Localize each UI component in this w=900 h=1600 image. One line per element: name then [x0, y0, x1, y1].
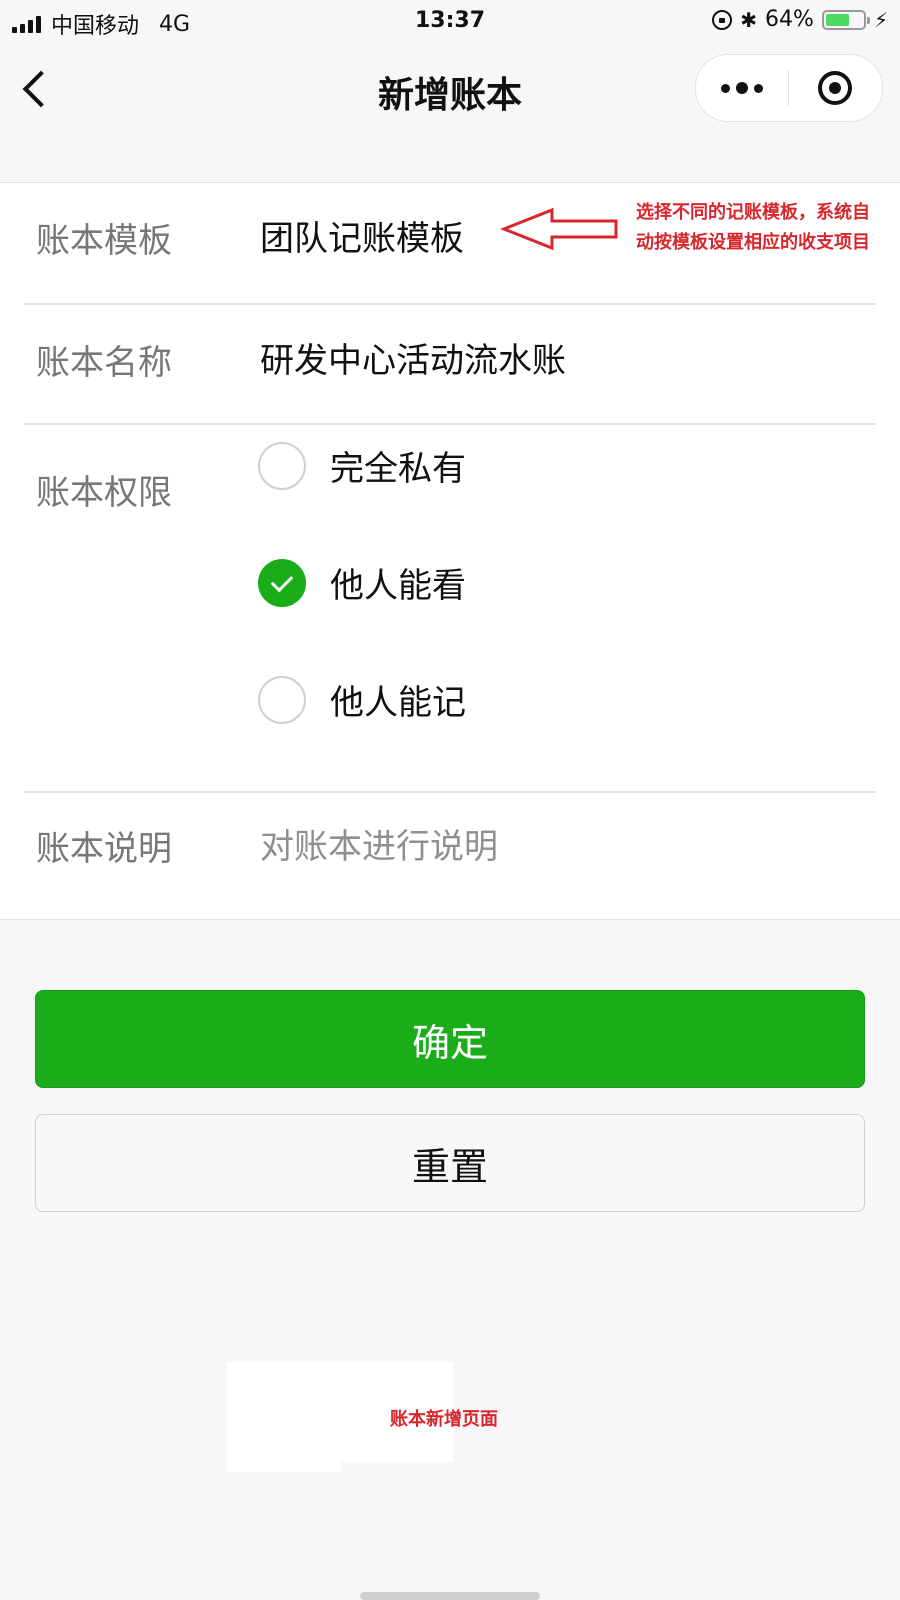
description-label: 账本说明	[36, 829, 172, 869]
battery-icon	[821, 9, 870, 30]
radio-view-label: 他人能看	[330, 566, 466, 606]
name-input[interactable]: 研发中心活动流水账	[260, 333, 566, 382]
radio-record-label: 他人能记	[330, 683, 466, 723]
status-bar: 中国移动 4G 13:37 ✱ 64% ⚡	[0, 0, 900, 44]
more-dots-icon[interactable]	[696, 55, 788, 121]
permission-row: 账本权限 完全私有 他人能看 他人能记	[24, 423, 876, 793]
close-target-icon[interactable]	[789, 55, 881, 121]
mini-program-capsule	[695, 54, 883, 122]
radio-record[interactable]: 他人能记	[258, 675, 466, 724]
blank-area-2	[227, 1362, 341, 1472]
radio-private-label: 完全私有	[330, 449, 466, 489]
description-input[interactable]: 对账本进行说明	[260, 819, 498, 868]
page-caption: 账本新增页面	[390, 1409, 498, 1430]
radio-record-circle[interactable]	[258, 675, 306, 724]
template-label: 账本模板	[36, 221, 172, 261]
template-value[interactable]: 团队记账模板	[260, 211, 464, 260]
charging-icon: ⚡	[873, 7, 888, 32]
reset-button[interactable]: 重置	[35, 1114, 865, 1212]
name-label: 账本名称	[36, 343, 172, 383]
battery-percent: 64%	[765, 7, 814, 32]
radio-view-circle[interactable]	[258, 558, 306, 607]
description-row: 账本说明 对账本进行说明	[24, 791, 876, 911]
ledger-form: 账本模板 团队记账模板 账本名称 研发中心活动流水账 账本权限 完全私有 他人能…	[0, 182, 900, 920]
name-row: 账本名称 研发中心活动流水账	[24, 303, 876, 425]
status-right: ✱ 64% ⚡	[712, 7, 888, 32]
permission-label: 账本权限	[36, 473, 172, 513]
battery-fill	[825, 13, 849, 26]
annotation-note: 选择不同的记账模板，系统自动按模板设置相应的收支项目	[636, 202, 870, 253]
rotation-lock-icon	[712, 9, 733, 30]
radio-view[interactable]: 他人能看	[258, 558, 466, 607]
confirm-button[interactable]: 确定	[35, 990, 865, 1088]
radio-private-circle[interactable]	[258, 441, 306, 490]
home-indicator	[360, 1592, 540, 1600]
nav-bar: 新增账本	[0, 44, 900, 136]
annotation-arrow-icon	[500, 207, 618, 251]
radio-private[interactable]: 完全私有	[258, 441, 466, 490]
bluetooth-icon: ✱	[740, 7, 758, 32]
